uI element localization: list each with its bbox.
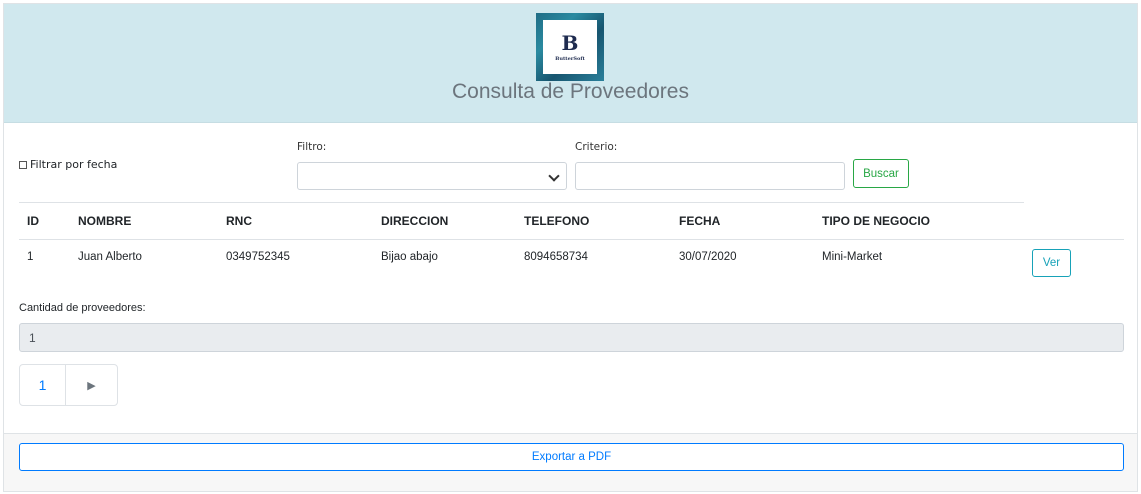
column-header-telefono: TELEFONO — [524, 214, 590, 228]
column-header-fecha: FECHA — [679, 214, 721, 228]
supplier-count-label: Cantidad de proveedores: — [19, 302, 146, 314]
export-pdf-button[interactable]: Exportar a PDF — [19, 443, 1124, 471]
table-header-divider — [19, 239, 1124, 240]
cell-direccion: Bijao abajo — [381, 251, 438, 263]
filter-label: Filtro: — [297, 141, 327, 153]
filter-by-date-checkbox[interactable] — [19, 160, 27, 169]
column-header-rnc: RNC — [226, 214, 252, 228]
cell-nombre: Juan Alberto — [78, 251, 142, 263]
logo-letter: B — [561, 30, 579, 55]
supplier-count-field: 1 — [19, 323, 1124, 352]
play-arrow-icon: ▶ — [87, 378, 96, 392]
view-button[interactable]: Ver — [1032, 249, 1071, 277]
logo-text: ButterSoft — [555, 55, 585, 62]
pagination: 1 ▶ — [19, 364, 118, 406]
chevron-down-icon — [548, 170, 560, 182]
search-button[interactable]: Buscar — [853, 159, 909, 188]
cell-fecha: 30/07/2020 — [679, 251, 737, 263]
cell-id: 1 — [27, 251, 34, 263]
cell-rnc: 0349752345 — [226, 251, 290, 263]
buttersoft-logo: B ButterSoft — [536, 13, 604, 81]
column-header-id: ID — [27, 214, 39, 228]
column-header-tipo-negocio: TIPO DE NEGOCIO — [822, 214, 931, 228]
next-page-button[interactable]: ▶ — [66, 365, 117, 405]
cell-telefono: 8094658734 — [524, 251, 588, 263]
table-top-divider — [19, 202, 1024, 203]
supplier-query-card: B ButterSoft Consulta de Proveedores Fil… — [3, 3, 1138, 492]
column-header-nombre: NOMBRE — [78, 214, 132, 228]
filter-select[interactable] — [297, 162, 567, 190]
filter-by-date-toggle[interactable]: Filtrar por fecha — [19, 158, 117, 171]
cell-tipo-negocio: Mini-Market — [822, 251, 883, 263]
filter-by-date-label: Filtrar por fecha — [30, 158, 118, 171]
page-title: Consulta de Proveedores — [452, 80, 689, 103]
criteria-label: Criterio: — [575, 141, 618, 153]
card-header: B ButterSoft Consulta de Proveedores — [4, 4, 1137, 123]
page-1-button[interactable]: 1 — [20, 365, 66, 405]
criteria-input[interactable] — [575, 162, 845, 190]
column-header-direccion: DIRECCION — [381, 214, 449, 228]
